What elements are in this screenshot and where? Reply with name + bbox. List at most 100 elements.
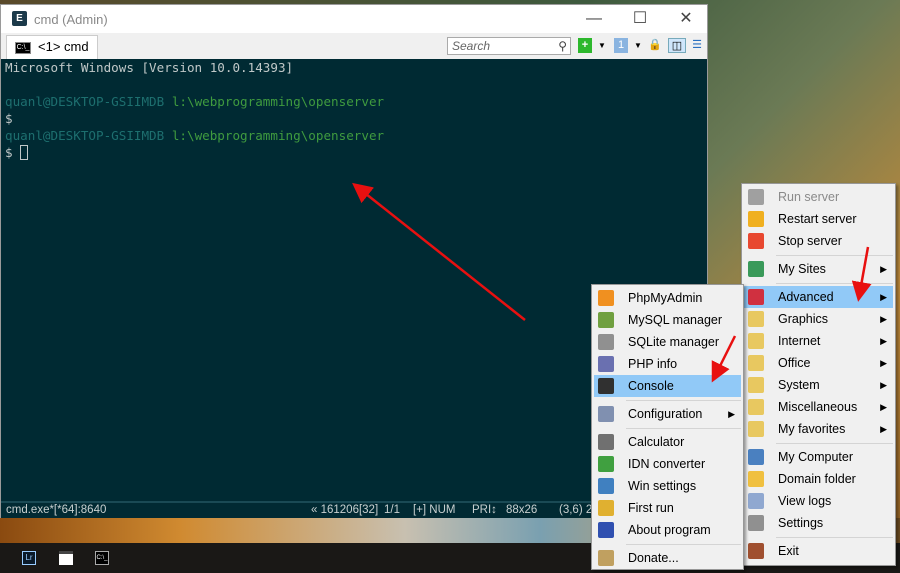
menu-item-label: Console (628, 379, 674, 393)
taskbar-lightroom[interactable]: Lr (22, 551, 36, 565)
search-placeholder: Search (452, 39, 491, 53)
info-icon (598, 522, 614, 538)
folder-icon (748, 399, 764, 415)
menu-item-domain-folder[interactable]: Domain folder (744, 468, 893, 490)
menu-item-run-server[interactable]: Run server (744, 186, 893, 208)
status-priority: PRI↕ (472, 504, 497, 516)
menu-item-my-computer[interactable]: My Computer (744, 446, 893, 468)
menu-item-php-info[interactable]: PHP info (594, 353, 741, 375)
menu-item-first-run[interactable]: First run (594, 497, 741, 519)
tab-cmd[interactable]: C:\_ <1> cmd (6, 35, 98, 59)
menu-item-restart-server[interactable]: Restart server (744, 208, 893, 230)
menu-item-label: My Computer (778, 450, 854, 464)
submenu-arrow-icon: ▶ (880, 336, 887, 346)
menu-item-graphics[interactable]: Graphics ▶ (744, 308, 893, 330)
text-cursor (20, 145, 29, 160)
menu-item-label: Stop server (778, 234, 842, 248)
menu-item-win-settings[interactable]: Win settings (594, 475, 741, 497)
menu-item-console[interactable]: Console (594, 375, 741, 397)
menu-separator (776, 537, 893, 538)
taskbar-console[interactable]: C:\_ (95, 551, 109, 565)
folder-icon (748, 471, 764, 487)
close-button[interactable]: ✕ (663, 7, 709, 31)
minimize-button[interactable]: — (571, 7, 617, 31)
menu-item-my-favorites[interactable]: My favorites ▶ (744, 418, 893, 440)
menu-item-stop-server[interactable]: Stop server (744, 230, 893, 252)
menu-item-label: My favorites (778, 422, 846, 436)
menu-separator (626, 400, 741, 401)
console-number-button[interactable]: 1 (614, 38, 628, 53)
menu-item-calculator[interactable]: Calculator (594, 431, 741, 453)
console-text: Microsoft Windows [Version 10.0.14393] (5, 60, 294, 75)
menu-item-office[interactable]: Office ▶ (744, 352, 893, 374)
split-view-button[interactable]: ◫ (668, 38, 686, 53)
console-icon (598, 378, 614, 394)
menu-item-my-sites[interactable]: My Sites ▶ (744, 258, 893, 280)
console-dropdown-icon[interactable]: ▼ (631, 38, 645, 53)
menu-item-sqlite-manager[interactable]: SQLite manager (594, 331, 741, 353)
menu-item-label: Exit (778, 544, 799, 558)
php-icon (598, 356, 614, 372)
computer-icon (748, 449, 764, 465)
menu-item-label: Restart server (778, 212, 857, 226)
menu-item-label: Miscellaneous (778, 400, 858, 414)
prompt-user: quanl@DESKTOP-GSIIMDB (5, 94, 165, 109)
folder-icon (748, 311, 764, 327)
submenu-arrow-icon: ▶ (880, 402, 887, 412)
folder-icon (748, 333, 764, 349)
gear-icon (748, 515, 764, 531)
menu-separator (776, 255, 893, 256)
status-cursor-pos: (3,6) 2 (559, 504, 593, 516)
title-bar: E cmd (Admin) — ☐ ✕ (1, 5, 707, 33)
donate-icon (598, 550, 614, 566)
prompt-path: l:\webprogramming\openserver (164, 128, 385, 143)
maximize-button[interactable]: ☐ (617, 7, 663, 31)
search-icon: ⚲ (558, 39, 567, 53)
menu-item-exit[interactable]: Exit (744, 540, 893, 562)
door-icon (748, 543, 764, 559)
menu-item-label: Domain folder (778, 472, 856, 486)
menu-item-miscellaneous[interactable]: Miscellaneous ▶ (744, 396, 893, 418)
menu-item-donate[interactable]: Donate... (594, 547, 741, 569)
new-console-dropdown-icon[interactable]: ▼ (595, 38, 609, 53)
search-input[interactable]: Search ⚲ (447, 37, 571, 55)
menu-item-about-program[interactable]: About program (594, 519, 741, 541)
console-line: quanl@DESKTOP-GSIIMDB l:\webprogramming\… (5, 127, 703, 144)
menu-item-label: IDN converter (628, 457, 706, 471)
lock-icon[interactable]: 🔒 (648, 38, 662, 53)
phpmyadmin-icon (598, 290, 614, 306)
menu-item-label: Graphics (778, 312, 829, 326)
menu-item-label: First run (628, 501, 674, 515)
menu-item-label: SQLite manager (628, 335, 720, 349)
database-icon (598, 334, 614, 350)
first-run-icon (598, 500, 614, 516)
folder-icon (748, 377, 764, 393)
conemu-app-icon: E (12, 11, 27, 26)
menu-item-label: Run server (778, 190, 840, 204)
menu-item-advanced[interactable]: Advanced ▶ (744, 286, 893, 308)
console-text: $ (5, 145, 21, 160)
menu-item-configuration[interactable]: Configuration ▶ (594, 403, 741, 425)
menu-item-system[interactable]: System ▶ (744, 374, 893, 396)
advanced-submenu: PhpMyAdmin MySQL manager SQLite manager PHP… (591, 284, 744, 570)
menu-item-idn-converter[interactable]: IDN converter (594, 453, 741, 475)
menu-item-view-logs[interactable]: View logs (744, 490, 893, 512)
menu-icon[interactable]: ☰ (690, 38, 704, 53)
menu-separator (626, 428, 741, 429)
new-console-button[interactable]: + (578, 38, 592, 53)
console-line: Microsoft Windows [Version 10.0.14393] (5, 59, 703, 76)
menu-item-label: View logs (778, 494, 832, 508)
menu-item-mysql-manager[interactable]: MySQL manager (594, 309, 741, 331)
submenu-arrow-icon: ▶ (880, 380, 887, 390)
menu-item-phpmyadmin[interactable]: PhpMyAdmin (594, 287, 741, 309)
menu-item-internet[interactable]: Internet ▶ (744, 330, 893, 352)
console-line: quanl@DESKTOP-GSIIMDB l:\webprogramming\… (5, 93, 703, 110)
console-line: $ (5, 110, 703, 127)
blocks-icon (748, 289, 764, 305)
prompt-user: quanl@DESKTOP-GSIIMDB (5, 128, 165, 143)
menu-item-settings[interactable]: Settings (744, 512, 893, 534)
menu-item-label: Donate... (628, 551, 679, 565)
openserver-main-menu: Run server Restart server Stop server My Si… (741, 183, 896, 566)
taskbar-clapper-icon[interactable] (59, 551, 73, 565)
tab-bar: C:\_ <1> cmd Search ⚲ + ▼ 1 ▼ 🔒 ◫ ☰ (1, 33, 707, 59)
